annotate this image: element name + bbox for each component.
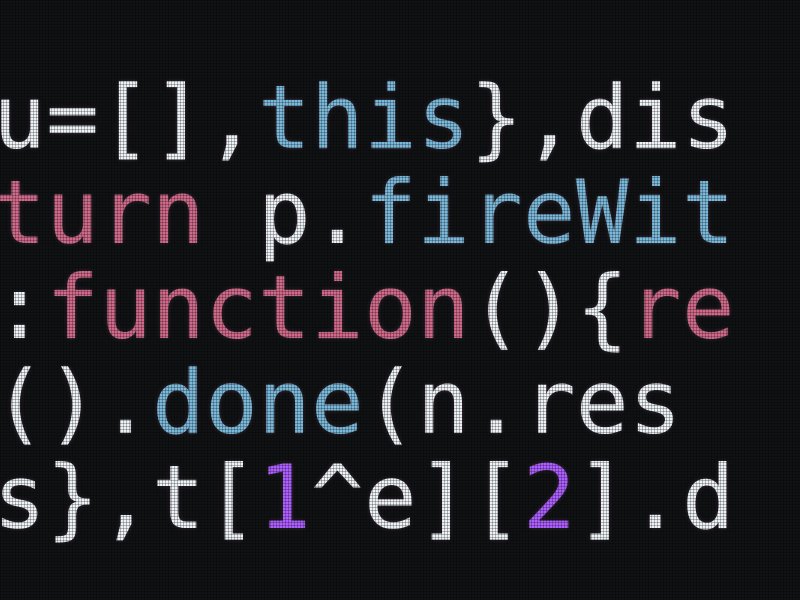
tok: [] (99, 66, 205, 169)
tok: }, (470, 66, 576, 169)
tok-method: done (152, 351, 364, 454)
code-line: u=[],this},dis (0, 66, 735, 169)
tok-keyword: eturn (0, 161, 205, 264)
tok: ].d (576, 446, 735, 549)
tok-method: fireWit (364, 161, 735, 264)
tok-keyword: this (258, 66, 470, 169)
tok-number: 2 (523, 446, 576, 549)
tok: (){ (470, 256, 629, 359)
code-viewport: u=[],this},dis eturn p.fireWit e:functio… (0, 70, 735, 545)
tok: dis (576, 66, 735, 169)
tok: ^e][ (311, 446, 523, 549)
tok: u= (0, 66, 99, 169)
tok: e(). (0, 351, 152, 454)
code-line: e().done(n.res (0, 351, 682, 454)
code-line: =s},t[1^e][2].d (0, 446, 735, 549)
tok: p. (205, 161, 364, 264)
tok: e: (0, 256, 46, 359)
tok-keyword: function (46, 256, 470, 359)
tok: , (205, 66, 258, 169)
code-line: e:function(){re (0, 256, 735, 359)
tok: =s},t[ (0, 446, 258, 549)
code-line: eturn p.fireWit (0, 161, 735, 264)
tok: (n.res (364, 351, 682, 454)
tok-number: 1 (258, 446, 311, 549)
tok-keyword: re (629, 256, 735, 359)
